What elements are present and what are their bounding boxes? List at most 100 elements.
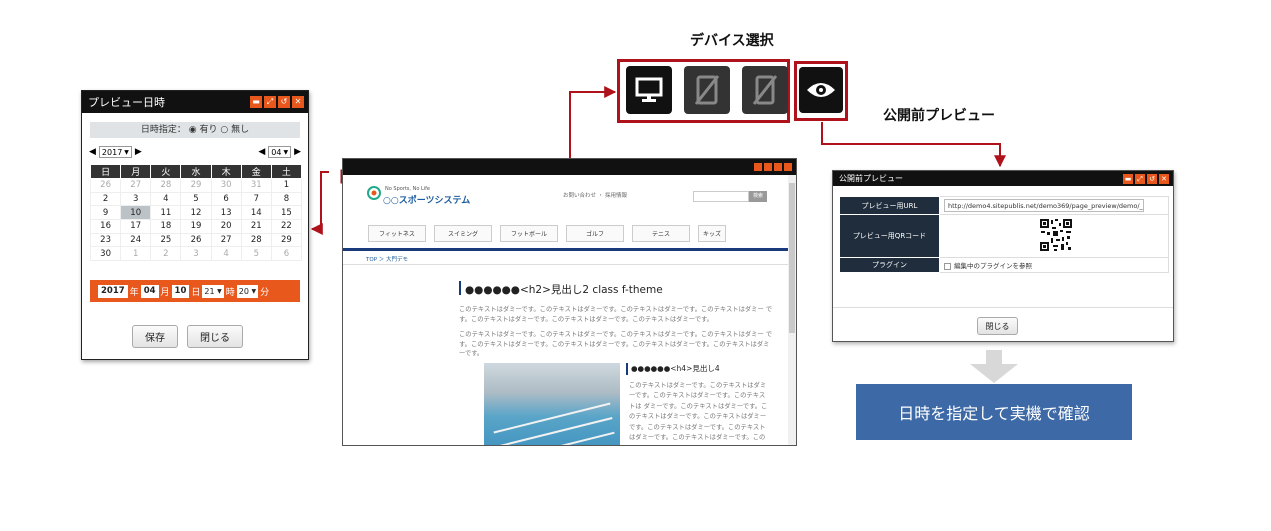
device-smartphone-button[interactable] (742, 66, 788, 114)
radio-no[interactable]: ○ (220, 125, 228, 135)
site-search-button[interactable]: 検索 (749, 191, 767, 202)
site-nav-item[interactable]: ゴルフ (566, 225, 624, 242)
day-cell[interactable]: 21 (240, 219, 272, 234)
year-select[interactable]: 2017 ▼ (98, 146, 132, 158)
plugin-checkbox[interactable] (944, 262, 951, 270)
maximize-icon[interactable]: ⤢ (1135, 173, 1145, 184)
day-cell[interactable]: 27 (210, 232, 242, 248)
dt-minute-select[interactable]: 20 ▼ (236, 284, 259, 298)
day-cell[interactable]: 24 (120, 232, 152, 248)
site-nav-item[interactable]: テニス (632, 225, 690, 242)
day-cell[interactable]: 6 (270, 246, 303, 262)
day-cell[interactable]: 27 (120, 178, 152, 193)
radio-yes[interactable]: ◉ (189, 125, 197, 135)
month-select[interactable]: 04 ▼ (268, 146, 292, 158)
dt-month-field[interactable]: 04 (140, 284, 159, 298)
unit-label: 時 (225, 287, 235, 298)
preview-button[interactable] (799, 67, 843, 113)
day-cell[interactable]: 5 (240, 246, 272, 262)
calendar-nav: ◀ 2017 ▼ ▶ ◀ 04 ▼ ▶ (89, 145, 301, 159)
breadcrumb[interactable]: TOP ＞ 大門デモ (366, 255, 408, 263)
day-cell[interactable]: 20 (210, 219, 242, 234)
preview-url-field[interactable]: http://demo4.sitepublis.net/demo369/page… (944, 199, 1144, 212)
day-cell[interactable]: 4 (210, 246, 242, 262)
weekday-header: 月 (120, 164, 152, 179)
dt-hour-select[interactable]: 21 ▼ (202, 284, 224, 298)
weekday-header: 金 (240, 164, 272, 179)
minimize-icon[interactable]: ▬ (1123, 173, 1133, 184)
day-cell[interactable]: 29 (270, 232, 303, 248)
day-cell[interactable]: 7 (240, 191, 272, 207)
day-cell[interactable]: 31 (240, 178, 272, 193)
day-cell[interactable]: 11 (150, 205, 182, 221)
site-nav-item[interactable]: スイミング (434, 225, 492, 242)
unit-label: 月 (160, 287, 170, 298)
day-cell[interactable]: 5 (180, 191, 212, 207)
day-cell[interactable]: 12 (180, 205, 212, 221)
refresh-icon[interactable] (774, 163, 782, 171)
close-icon[interactable] (784, 163, 792, 171)
day-cell[interactable]: 25 (150, 232, 182, 248)
day-cell[interactable]: 2 (89, 191, 122, 207)
day-cell[interactable]: 30 (210, 178, 242, 193)
close-button[interactable]: 閉じる (977, 317, 1018, 335)
day-cell[interactable]: 3 (180, 246, 212, 262)
year-select-value: 2017 (101, 147, 123, 157)
day-cell[interactable]: 8 (270, 191, 303, 207)
close-icon[interactable]: ✕ (1159, 173, 1169, 184)
day-cell[interactable]: 1 (120, 246, 152, 262)
day-cell[interactable]: 29 (180, 178, 212, 193)
header-links[interactable]: お問い合わせ ・ 採用情報 (563, 191, 627, 199)
prev-year-icon[interactable]: ◀ (89, 147, 96, 157)
minimize-icon[interactable]: ▬ (250, 96, 262, 108)
dt-year-field[interactable]: 2017 (98, 284, 128, 298)
preview-toolbar (343, 159, 796, 175)
site-logo[interactable]: ○○スポーツシステム (383, 193, 470, 206)
next-month-icon[interactable]: ▶ (294, 147, 301, 157)
day-cell[interactable]: 13 (210, 205, 242, 221)
maximize-icon[interactable] (764, 163, 772, 171)
day-cell[interactable]: 9 (89, 205, 122, 221)
close-icon[interactable]: ✕ (292, 96, 304, 108)
day-cell-selected[interactable]: 10 (120, 205, 152, 221)
day-cell[interactable]: 30 (89, 246, 122, 262)
site-search-input[interactable] (693, 191, 749, 202)
refresh-icon[interactable]: ↺ (278, 96, 290, 108)
site-nav-item[interactable]: フットボール (500, 225, 558, 242)
scrollbar[interactable] (788, 175, 796, 445)
day-cell[interactable]: 28 (150, 178, 182, 193)
prev-month-icon[interactable]: ◀ (258, 147, 265, 157)
refresh-icon[interactable]: ↺ (1147, 173, 1157, 184)
dt-day-field[interactable]: 10 (171, 284, 190, 298)
close-button[interactable]: 閉じる (187, 325, 243, 348)
day-cell[interactable]: 19 (180, 219, 212, 234)
day-cell[interactable]: 2 (150, 246, 182, 262)
scrollbar-thumb[interactable] (789, 183, 795, 333)
maximize-icon[interactable]: ⤢ (264, 96, 276, 108)
device-tablet-button[interactable] (684, 66, 730, 114)
site-nav-item[interactable]: フィットネス (368, 225, 426, 242)
save-button[interactable]: 保存 (132, 325, 178, 348)
day-cell[interactable]: 22 (270, 219, 303, 234)
day-cell[interactable]: 17 (120, 219, 152, 234)
qr-label: プレビュー用QRコード (839, 214, 940, 258)
next-year-icon[interactable]: ▶ (135, 147, 142, 157)
day-cell[interactable]: 15 (270, 205, 303, 221)
device-pc-button[interactable] (626, 66, 672, 114)
day-cell[interactable]: 1 (270, 178, 303, 193)
day-cell[interactable]: 14 (240, 205, 272, 221)
day-cell[interactable]: 3 (120, 191, 152, 207)
day-cell[interactable]: 28 (240, 232, 272, 248)
window-titlebar: プレビュー日時 ▬ ⤢ ↺ ✕ (82, 91, 308, 113)
day-cell[interactable]: 26 (180, 232, 212, 248)
day-cell[interactable]: 23 (89, 232, 122, 248)
spec-label: 日時指定： (140, 125, 186, 135)
footer-divider (833, 307, 1173, 308)
day-cell[interactable]: 16 (89, 219, 122, 234)
day-cell[interactable]: 4 (150, 191, 182, 207)
minimize-icon[interactable] (754, 163, 762, 171)
day-cell[interactable]: 18 (150, 219, 182, 234)
day-cell[interactable]: 6 (210, 191, 242, 207)
day-cell[interactable]: 26 (89, 178, 122, 193)
site-nav-item[interactable]: キッズ (698, 225, 726, 242)
